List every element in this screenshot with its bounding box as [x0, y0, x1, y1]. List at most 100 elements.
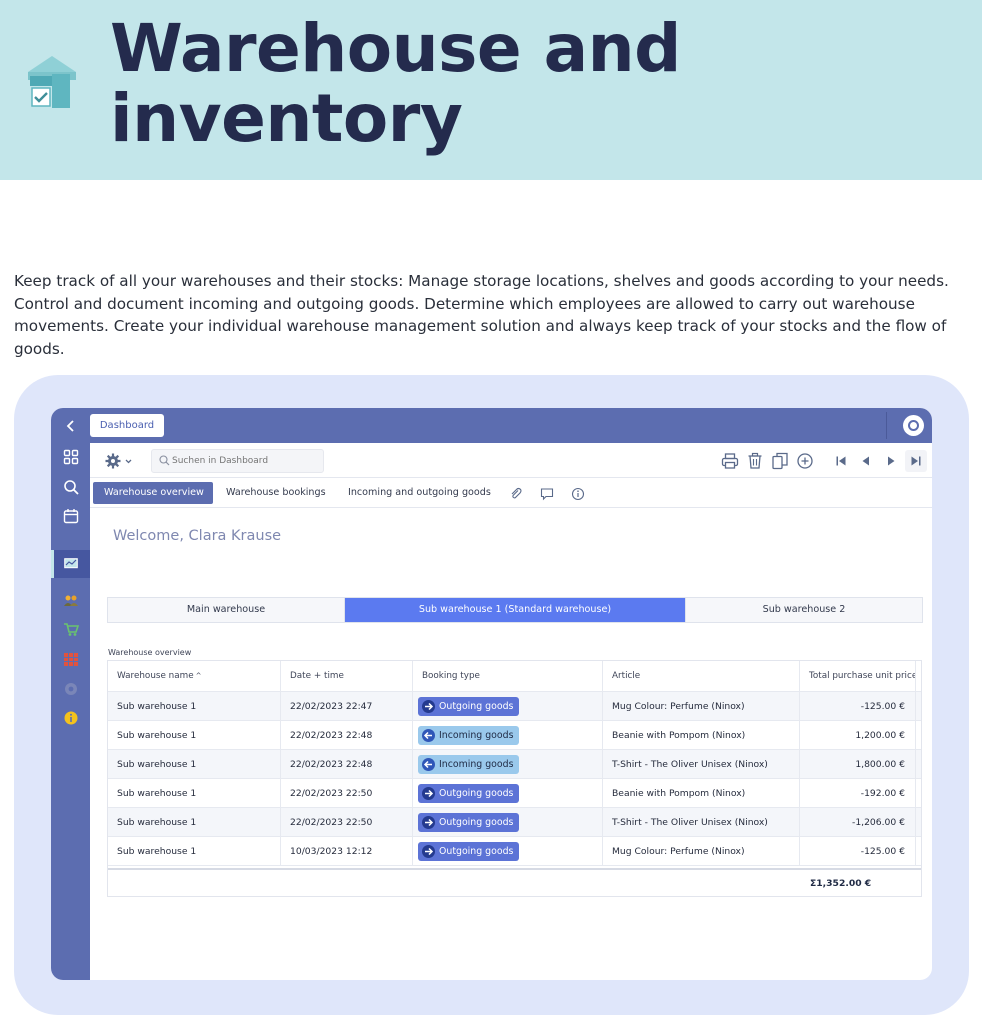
- column-header-label: Warehouse name: [117, 671, 194, 681]
- page-title-line-2: inventory: [110, 80, 463, 157]
- badge-label: Outgoing goods: [439, 817, 514, 828]
- cell-booking-type: Incoming goods: [413, 750, 603, 778]
- grid-icon: [63, 449, 78, 465]
- cell-price: -125.00 €: [800, 692, 916, 720]
- table-row[interactable]: Sub warehouse 1 22/02/2023 22:48 Incomin…: [108, 750, 921, 779]
- cell-booking-type: Outgoing goods: [413, 808, 603, 836]
- table-row[interactable]: Sub warehouse 1 22/02/2023 22:48 Incomin…: [108, 721, 921, 750]
- column-header-date-time[interactable]: Date + time: [281, 661, 413, 691]
- booking-type-badge: Outgoing goods: [418, 784, 520, 803]
- toolbar: [90, 443, 932, 478]
- column-header-article[interactable]: Article: [603, 661, 800, 691]
- cell-booking-type: Incoming goods: [413, 721, 603, 749]
- table-row[interactable]: Sub warehouse 1 10/03/2023 12:12 Outgoin…: [108, 837, 921, 866]
- last-record-button[interactable]: [905, 450, 927, 472]
- first-record-button[interactable]: [830, 450, 852, 472]
- column-header-booking-type[interactable]: Booking type: [413, 661, 603, 691]
- back-button[interactable]: [61, 416, 81, 436]
- cell-datetime: 22/02/2023 22:47: [281, 692, 413, 720]
- info-tab[interactable]: [571, 486, 585, 501]
- warehouse-icon: [28, 56, 76, 108]
- sidebar-item-settings[interactable]: [51, 675, 90, 703]
- add-record-button[interactable]: [796, 452, 814, 470]
- arrow-right-icon: [422, 816, 435, 829]
- sidebar-item-calendar[interactable]: [51, 502, 90, 530]
- sidebar-item-info[interactable]: [51, 704, 90, 732]
- page-title-line-1: Warehouse and: [110, 10, 681, 87]
- column-filler: [916, 808, 925, 836]
- cell-booking-type: Outgoing goods: [413, 779, 603, 807]
- welcome-message: Welcome, Clara Krause: [113, 528, 282, 544]
- booking-type-badge: Outgoing goods: [418, 697, 520, 716]
- table-footer-total: Σ1,352.00 €: [108, 868, 921, 897]
- duplicate-button[interactable]: [771, 452, 789, 470]
- column-filler: [916, 750, 925, 778]
- grid-caption: Warehouse overview: [108, 648, 192, 657]
- info-circle-icon: [571, 487, 585, 501]
- sidebar-item-users[interactable]: [51, 586, 90, 614]
- info-icon: [64, 711, 77, 725]
- segment-sub-warehouse-2[interactable]: Sub warehouse 2: [686, 598, 922, 622]
- column-header-warehouse-name[interactable]: Warehouse name ^: [108, 661, 281, 691]
- badge-label: Outgoing goods: [439, 846, 514, 857]
- table-row[interactable]: Sub warehouse 1 22/02/2023 22:50 Outgoin…: [108, 808, 921, 837]
- cell-article: Beanie with Pompom (Ninox): [603, 779, 800, 807]
- sidebar-item-dashboard[interactable]: [51, 550, 90, 578]
- next-record-button[interactable]: [880, 450, 902, 472]
- comments-tab[interactable]: [540, 486, 554, 501]
- column-filler: [916, 779, 925, 807]
- settings-dropdown-button[interactable]: [105, 452, 135, 470]
- table-row[interactable]: Sub warehouse 1 22/02/2023 22:47 Outgoin…: [108, 692, 921, 721]
- calendar-icon: [63, 509, 78, 524]
- sidebar-item-warehouse[interactable]: [51, 645, 90, 673]
- gear-icon: [105, 453, 132, 469]
- cell-article: Mug Colour: Perfume (Ninox): [603, 692, 800, 720]
- attachments-tab[interactable]: [509, 486, 523, 500]
- cell-price: 1,800.00 €: [800, 750, 916, 778]
- paperclip-icon: [511, 487, 522, 499]
- tab-warehouse-bookings[interactable]: Warehouse bookings: [215, 482, 337, 504]
- cell-price: 1,200.00 €: [800, 721, 916, 749]
- cell-datetime: 22/02/2023 22:48: [281, 750, 413, 778]
- sidebar-item-cart[interactable]: [51, 615, 90, 643]
- hero-banner: Warehouse and inventory: [0, 0, 982, 180]
- table-header-row: Warehouse name ^ Date + time Booking type…: [108, 661, 921, 692]
- delete-button[interactable]: [746, 452, 764, 470]
- cell-warehouse: Sub warehouse 1: [108, 808, 281, 836]
- search-input[interactable]: [172, 452, 320, 470]
- table-row[interactable]: Sub warehouse 1 22/02/2023 22:50 Outgoin…: [108, 779, 921, 808]
- tab-incoming-outgoing-goods[interactable]: Incoming and outgoing goods: [337, 482, 502, 504]
- copy-icon: [772, 452, 788, 470]
- tab-dashboard[interactable]: Dashboard: [90, 414, 164, 437]
- cell-warehouse: Sub warehouse 1: [108, 750, 281, 778]
- chevron-left-icon: [66, 420, 74, 432]
- arrow-left-icon: [422, 729, 435, 742]
- arrow-right-icon: [422, 845, 435, 858]
- search-icon: [159, 455, 170, 466]
- print-button[interactable]: [721, 452, 739, 470]
- sidebar-item-grid[interactable]: [51, 443, 90, 471]
- cell-article: Mug Colour: Perfume (Ninox): [603, 837, 800, 865]
- previous-record-button[interactable]: [855, 450, 877, 472]
- badge-label: Incoming goods: [439, 759, 514, 770]
- badge-label: Outgoing goods: [439, 701, 514, 712]
- profile-icon[interactable]: [903, 415, 924, 436]
- segment-main-warehouse[interactable]: Main warehouse: [108, 598, 344, 622]
- cell-datetime: 22/02/2023 22:50: [281, 779, 413, 807]
- column-header-total-price[interactable]: Total purchase unit price: [800, 661, 916, 691]
- arrow-right-icon: [422, 700, 435, 713]
- sort-ascending-icon: ^: [195, 672, 202, 680]
- sidebar-item-search[interactable]: [51, 473, 90, 501]
- app-window: Dashboard Suchen in Dashboard Warehouse …: [51, 408, 932, 980]
- cell-datetime: 22/02/2023 22:48: [281, 721, 413, 749]
- booking-type-badge: Incoming goods: [418, 726, 520, 745]
- cart-icon: [63, 623, 79, 636]
- cell-article: T-Shirt - The Oliver Unisex (Ninox): [603, 750, 800, 778]
- arrow-right-icon: [422, 787, 435, 800]
- cell-warehouse: Sub warehouse 1: [108, 721, 281, 749]
- skip-first-icon: [836, 456, 846, 466]
- booking-type-badge: Incoming goods: [418, 755, 520, 774]
- tab-warehouse-overview[interactable]: Warehouse overview: [93, 482, 213, 504]
- column-filler: [916, 692, 925, 720]
- segment-sub-warehouse-1[interactable]: Sub warehouse 1 (Standard warehouse): [345, 598, 685, 622]
